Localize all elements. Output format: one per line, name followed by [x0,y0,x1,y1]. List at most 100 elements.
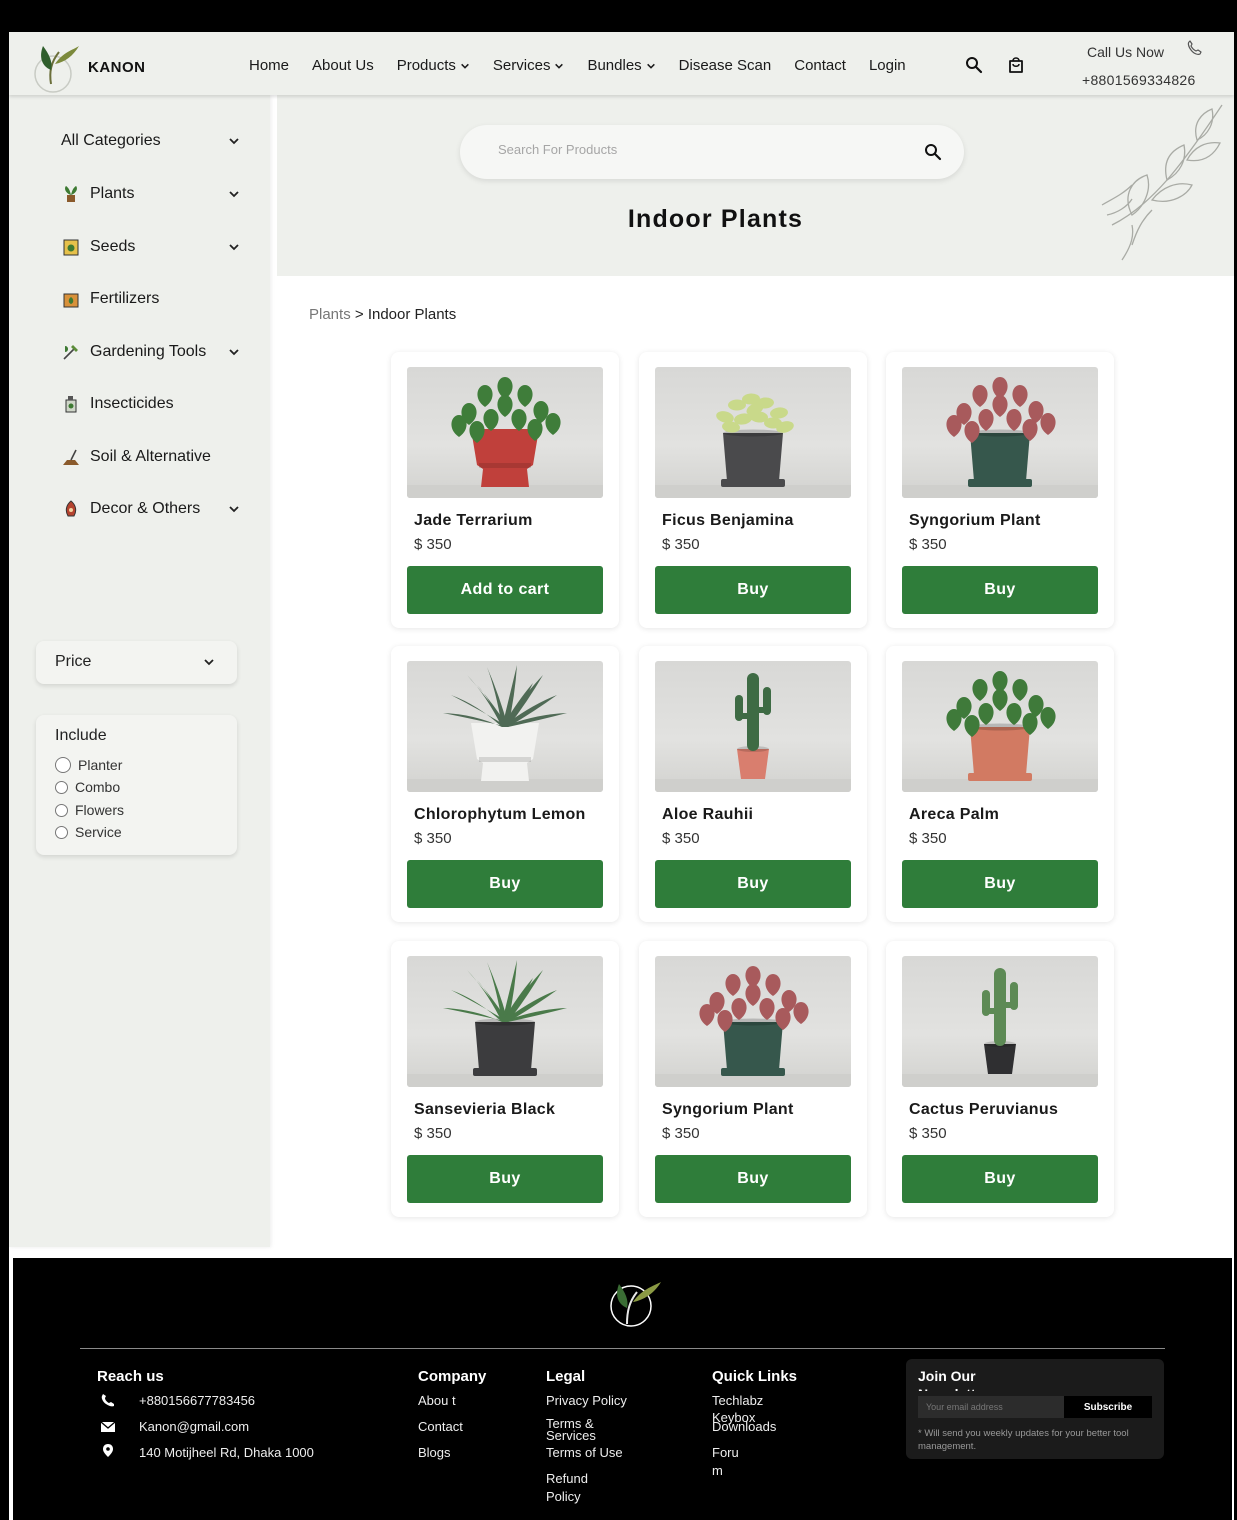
product-card[interactable]: Syngorium Plant $ 350 Buy [886,352,1114,628]
nav-item-disease-scan[interactable]: Disease Scan [679,57,772,74]
product-name[interactable]: Syngorium Plant [662,1101,794,1119]
product-name[interactable]: Ficus Benjamina [662,512,794,530]
product-card[interactable]: Sansevieria Black $ 350 Buy [391,941,619,1217]
radio-button[interactable] [55,780,68,794]
chevron-down-icon [229,244,239,251]
product-card[interactable]: Aloe Rauhii $ 350 Buy [639,646,867,922]
buy-button[interactable]: Buy [655,1155,851,1203]
product-image[interactable] [407,367,603,498]
buy-button[interactable]: Buy [407,1155,603,1203]
search-icon[interactable] [965,56,983,74]
buy-button[interactable]: Buy [902,566,1098,614]
include-option-flowers[interactable]: Flowers [55,802,124,818]
product-card[interactable]: Areca Palm $ 350 Buy [886,646,1114,922]
product-price: $ 350 [414,536,452,553]
nav-item-about-us[interactable]: About Us [312,57,374,74]
footer-email[interactable]: Kanon@gmail.com [139,1418,249,1436]
product-name[interactable]: Cactus Peruvianus [909,1101,1058,1119]
chevron-down-icon [229,191,239,198]
footer-logo-icon[interactable] [601,1278,665,1330]
sidebar-category-gardening-tools[interactable]: Gardening Tools [61,340,246,364]
nav-item-label: Bundles [587,57,642,74]
sidebar-category-plants[interactable]: Plants [61,182,246,206]
newsletter-email-input[interactable] [918,1396,1064,1418]
footer-link-terms-of-use[interactable]: Terms of Use [546,1444,623,1462]
product-image[interactable] [655,661,851,792]
breadcrumb-link-plants[interactable]: Plants [309,306,351,323]
footer-link-about[interactable]: Abou t [418,1392,458,1410]
radio-button[interactable] [55,803,68,817]
include-option-combo[interactable]: Combo [55,779,120,795]
radio-button[interactable] [55,825,68,839]
product-name[interactable]: Jade Terrarium [414,512,533,530]
buy-button[interactable]: Buy [407,860,603,908]
footer-link-blogs[interactable]: Blogs [418,1444,451,1462]
potted-plant-image [902,377,1098,498]
product-card[interactable]: Jade Terrarium $ 350 Add to cart [391,352,619,628]
sidebar-category-all-categories[interactable]: All Categories [61,129,246,153]
product-image[interactable] [407,661,603,792]
product-image[interactable] [655,956,851,1087]
price-filter-dropdown[interactable]: Price [36,641,237,684]
product-price: $ 350 [909,830,947,847]
nav-item-bundles[interactable]: Bundles [587,57,655,74]
brand-logo-icon[interactable] [29,40,79,94]
buy-button[interactable]: Buy [902,860,1098,908]
footer-link-contact[interactable]: Contact [418,1418,463,1436]
sidebar-category-fertilizers[interactable]: Fertilizers [61,287,246,311]
footer-link-privacy-policy[interactable]: Privacy Policy [546,1392,627,1410]
shopping-bag-icon[interactable] [1007,56,1025,74]
buy-button[interactable]: Buy [655,860,851,908]
search-input[interactable] [498,142,898,157]
footer-link-forum[interactable]: Foru m [712,1444,742,1480]
product-card[interactable]: Cactus Peruvianus $ 350 Buy [886,941,1114,1217]
product-name[interactable]: Areca Palm [909,806,999,824]
product-image[interactable] [902,956,1098,1087]
footer-link-refund-policy[interactable]: Refund Policy [546,1470,598,1506]
sidebar-category-soil-and-alternative[interactable]: Soil & Alternative [61,445,246,469]
footer-link-terms-services[interactable]: Terms & Services [546,1417,610,1442]
nav-item-home[interactable]: Home [249,57,289,74]
include-option-label: Service [75,824,122,840]
newsletter-title: Join Our Newsletter [918,1368,989,1391]
sidebar-category-label: Plants [90,185,135,202]
buy-button[interactable]: Buy [902,1155,1098,1203]
filter-sidebar: All Categories Plants Seeds Fertilizers Gard… [9,95,270,1247]
product-card[interactable]: Syngorium Plant $ 350 Buy [639,941,867,1217]
decor-icon [65,500,77,517]
nav-item-products[interactable]: Products [397,57,470,74]
sidebar-category-decor-and-others[interactable]: Decor & Others [61,497,246,521]
product-image[interactable] [902,367,1098,498]
phone-icon[interactable] [1186,40,1202,56]
product-image[interactable] [407,956,603,1087]
sidebar-category-seeds[interactable]: Seeds [61,235,246,259]
product-image[interactable] [902,661,1098,792]
include-option-service[interactable]: Service [55,824,122,840]
product-name[interactable]: Sansevieria Black [414,1101,555,1119]
radio-button[interactable] [55,757,71,773]
product-card[interactable]: Ficus Benjamina $ 350 Buy [639,352,867,628]
brand-name[interactable]: KANON [88,59,146,76]
site-footer: Reach us +880156677783456 Kanon@gmail.co… [13,1258,1232,1520]
buy-button[interactable]: Buy [655,566,851,614]
sidebar-category-insecticides[interactable]: Insecticides [61,392,246,416]
potted-plant-image [902,671,1098,792]
footer-link-techlabz[interactable]: Techlabz [712,1392,763,1410]
nav-item-login[interactable]: Login [869,57,906,74]
header-phone-number[interactable]: +8801569334826 [1082,72,1196,88]
footer-link-downloads[interactable]: Downloads [712,1418,776,1436]
product-name[interactable]: Syngorium Plant [909,512,1041,530]
product-name[interactable]: Aloe Rauhii [662,806,753,824]
product-image[interactable] [655,367,851,498]
nav-item-services[interactable]: Services [493,57,565,74]
add-to-cart-button[interactable]: Add to cart [407,566,603,614]
chevron-down-icon [204,659,214,666]
location-pin-icon [103,1444,113,1457]
newsletter-subscribe-button[interactable]: Subscribe [1064,1396,1152,1418]
product-card[interactable]: Chlorophytum Lemon $ 350 Buy [391,646,619,922]
search-button-icon[interactable] [924,143,942,161]
nav-item-contact[interactable]: Contact [794,57,846,74]
footer-phone[interactable]: +880156677783456 [139,1392,255,1410]
product-name[interactable]: Chlorophytum Lemon [414,806,586,824]
include-option-planter[interactable]: Planter [55,757,122,773]
